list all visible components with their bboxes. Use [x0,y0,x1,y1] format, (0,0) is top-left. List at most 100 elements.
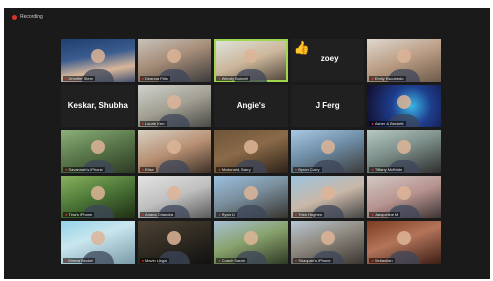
participant-name: Emily Escobedo [374,75,404,81]
recording-label: Recording [20,14,43,20]
participant-caption: ● Jennifer Stern [63,75,96,81]
participant-caption: ● Jacqueline M [369,212,401,218]
participant-name: Ryan Li [221,212,236,218]
participant-caption: ● Laurie Kerr [139,121,167,127]
mic-off-icon: ● [371,121,374,127]
mic-off-icon: ● [65,75,68,81]
participant-tile[interactable]: ● Shaquan's iPhone [290,221,365,264]
participant-video-head [243,185,258,200]
participant-tile[interactable]: ● Elise [137,130,212,173]
participant-name: Tina's iPhone [68,212,93,218]
participant-video-head [397,231,412,246]
participant-tile[interactable]: ● Tiffany McBride [367,130,441,173]
participant-video-head [167,231,182,246]
participant-tile[interactable]: ● Asher & Beckett [367,84,441,128]
mic-off-icon: ● [65,212,68,218]
mic-off-icon: ● [294,257,298,263]
participant-caption: ● Coach Sarah [216,257,247,263]
participant-tile[interactable]: ● Coach Sarah [214,221,288,264]
participant-video-head [90,185,105,200]
mic-off-icon: ● [141,257,145,263]
participant-tile[interactable]: 👍 zoey [290,39,365,82]
participant-video-head [167,185,182,200]
participant-caption: ● Deanna Fitts [139,75,170,81]
participant-caption: ● Shaquan's iPhone [292,257,333,263]
participant-display-name: J Ferg [315,101,340,111]
participant-name: Wendy Burkett [221,75,248,81]
participant-caption: ● Trish Hughes [292,212,324,218]
participant-video-head [90,231,105,246]
participant-name: Tiffany McBride [374,166,403,172]
participant-tile[interactable]: ● Emma Beckel [61,221,135,264]
participant-name: Trish Hughes [298,212,322,218]
participant-video-head [243,231,258,246]
participant-video-head [243,140,258,155]
participant-video-body [158,159,191,173]
participant-name: Emma Beckel [68,257,94,263]
participant-tile[interactable]: ● Byron Curry [290,130,365,173]
participant-tile[interactable]: ● Ryan Li [214,175,288,219]
participant-name: Deanna Fitts [145,75,168,81]
mic-off-icon: ● [218,257,221,263]
participant-tile[interactable]: J Ferg [290,84,365,128]
participant-name: Elise [145,166,154,172]
participant-tile[interactable]: ● Ariana Chandra [137,175,212,219]
participant-name: Coach Sarah [221,257,245,263]
participant-caption: ● Savannah's iPhone [63,166,105,172]
participant-tile[interactable]: ● Deanna Fitts [137,39,212,82]
participant-name: Ariana Chandra [145,212,174,218]
participant-tile[interactable]: ● Sebastian [367,221,441,264]
mic-off-icon: ● [65,257,68,263]
participant-video-head [320,231,335,246]
participant-tile[interactable]: Angie's [214,84,288,128]
mic-off-icon: ● [141,212,145,218]
participant-video-body [234,205,267,219]
participant-name: Sebastian [374,257,393,263]
participant-tile[interactable]: ● Savannah's iPhone [61,130,135,173]
participant-caption: ● Asher & Beckett [369,121,406,127]
mic-off-icon: ● [371,212,374,218]
participant-name: Laurie Kerr [145,121,165,127]
participant-tile[interactable]: ● Laurie Kerr [137,84,212,128]
participant-tile[interactable]: ● Jacqueline M [367,175,441,219]
recording-icon [12,14,17,20]
participant-caption: ● Ariana Chandra [139,212,176,218]
mic-off-icon: ● [294,212,298,218]
participant-video-head [90,49,105,64]
participant-tile[interactable]: ● Mcdonald, Barry [214,130,288,173]
mic-off-icon: ● [371,166,374,172]
participant-tile[interactable]: ● Tina's iPhone [61,175,135,219]
participant-caption: ● Emma Beckel [63,257,96,263]
mic-off-icon: ● [141,166,145,172]
participant-tile[interactable]: ● Mavin Lingal [137,221,212,264]
participant-video-head [397,185,412,200]
mic-off-icon: ● [218,75,221,81]
participant-tile[interactable]: ● Trish Hughes [290,175,365,219]
participant-tile[interactable]: ● Emily Escobedo [367,39,441,82]
participant-caption: ● Ryan Li [216,212,238,218]
participant-name: Asher & Beckett [374,121,404,127]
participant-caption: ● Mcdonald, Barry [216,166,253,172]
recording-indicator[interactable]: Recording [12,14,43,20]
participant-tile[interactable]: ● Jennifer Stern [61,39,135,82]
mic-off-icon: ● [141,75,145,81]
mic-off-icon: ● [371,257,374,263]
participant-video-head [167,49,182,64]
participant-video-head [397,140,412,155]
participant-name: Savannah's iPhone [68,166,103,172]
participant-display-name: Keskar, Shubha [67,101,128,111]
participant-tile[interactable]: Keskar, Shubha [61,84,135,128]
mic-off-icon: ● [65,166,68,172]
participant-caption: ● Mavin Lingal [139,257,170,263]
participant-name: Jennifer Stern [68,75,94,81]
mic-off-icon: ● [218,212,221,218]
participant-caption: ● Tiffany McBride [369,166,405,172]
participant-video-head [397,49,412,64]
participant-tile[interactable]: ● Wendy Burkett [214,39,288,82]
participant-video-head [243,49,258,64]
participant-video-head [397,94,412,109]
participant-caption: ● Byron Curry [292,166,322,172]
participant-name: Shaquan's iPhone [298,257,331,263]
participant-name: Byron Curry [298,166,320,172]
mic-off-icon: ● [294,166,298,172]
